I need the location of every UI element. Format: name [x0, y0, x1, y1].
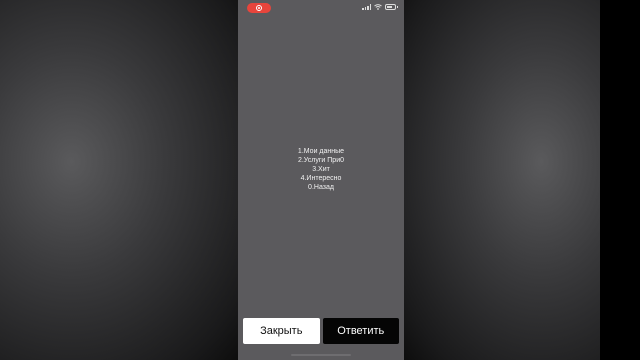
- menu-item-my-data: 1.Мои данные: [297, 148, 345, 155]
- menu-item-back: 0.Назад: [308, 184, 334, 191]
- status-icons: [362, 4, 398, 10]
- phone-screen: 1.Мои данные 2.Услуги При0 3.Хит 4.Интер…: [238, 0, 404, 360]
- video-frame: 1.Мои данные 2.Услуги При0 3.Хит 4.Интер…: [0, 0, 640, 360]
- signal-icon: [362, 4, 371, 10]
- reply-button[interactable]: Ответить: [322, 318, 399, 344]
- menu-item-services: 2.Услуги При0: [297, 157, 345, 164]
- screen-record-indicator[interactable]: [247, 3, 271, 13]
- home-indicator[interactable]: [291, 354, 351, 356]
- dialog-actions: Закрыть Ответить: [243, 318, 399, 344]
- screen-record-icon: [256, 5, 262, 11]
- battery-icon: [385, 4, 398, 10]
- blurred-background-left: [0, 0, 238, 360]
- ussd-menu: 1.Мои данные 2.Услуги При0 3.Хит 4.Интер…: [238, 147, 404, 192]
- menu-item-interesting: 4.Интересно: [300, 175, 342, 182]
- status-bar: [238, 0, 404, 18]
- blurred-background-right: [404, 0, 600, 360]
- menu-item-hit: 3.Хит: [312, 166, 330, 173]
- black-bar-right: [600, 0, 640, 360]
- wifi-icon: [374, 4, 382, 10]
- close-button[interactable]: Закрыть: [243, 318, 320, 344]
